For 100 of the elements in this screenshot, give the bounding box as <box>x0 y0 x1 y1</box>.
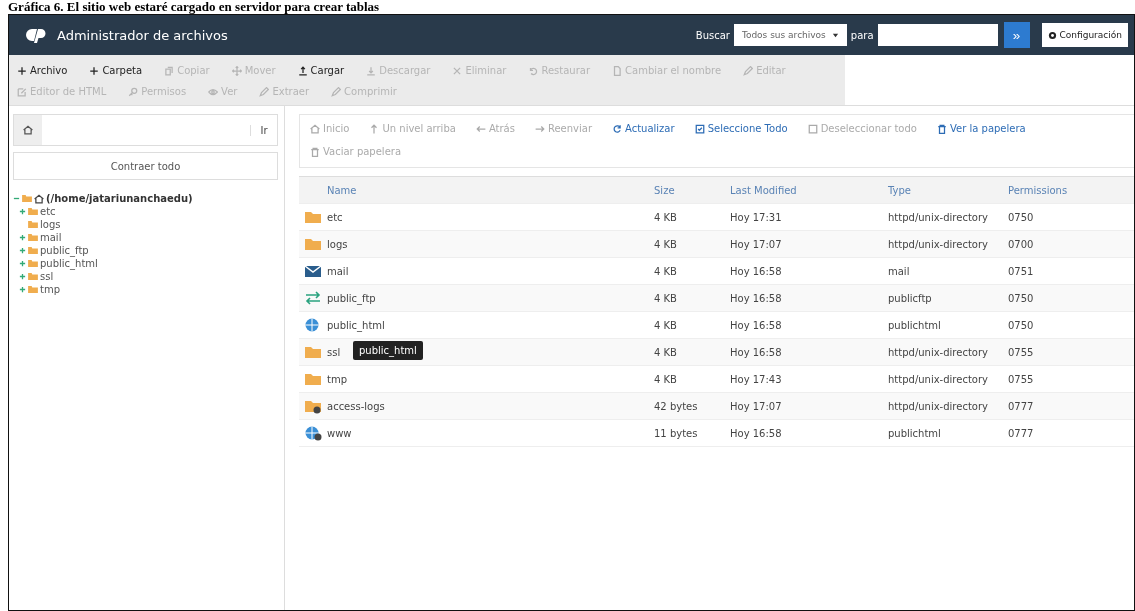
table-cell-text: httpd/unix-directory <box>888 400 989 412</box>
expand-toggle-icon[interactable] <box>19 273 26 280</box>
table-cell-text: 4 KB <box>654 346 678 358</box>
toolbar-button[interactable]: Archivo <box>17 65 68 76</box>
tooltip: public_html <box>353 340 423 360</box>
tree-item[interactable]: logs <box>40 219 61 230</box>
table-cell-text: publichtml <box>888 319 942 331</box>
table-cell-text: httpd/unix-directory <box>888 211 989 223</box>
table-cell-text: 4 KB <box>654 373 678 385</box>
table-cell-text: 0750 <box>1008 211 1035 223</box>
file-name[interactable]: public_html <box>327 319 385 331</box>
table-cell-text: 42 bytes <box>654 400 699 412</box>
upload-icon <box>297 65 308 76</box>
tree-item[interactable]: tmp <box>40 284 60 295</box>
file-name[interactable]: access-logs <box>327 400 385 412</box>
table-cell-text: 4 KB <box>654 292 678 304</box>
folder-link-icon <box>304 398 322 414</box>
nav-link[interactable]: Actualizar <box>612 123 675 134</box>
table-cell-text: 4 KB <box>654 211 678 223</box>
file-name[interactable]: mail <box>327 265 349 277</box>
app-title: Administrador de archivos <box>57 27 228 43</box>
table-cell-text: Hoy 17:07 <box>730 238 783 250</box>
download-icon <box>366 65 377 76</box>
home-icon <box>23 125 33 135</box>
file-name[interactable]: public_ftp <box>327 292 376 304</box>
search-go-button[interactable]: » <box>1003 22 1030 48</box>
file-name[interactable]: ssl <box>327 346 341 358</box>
caret-icon <box>831 31 839 39</box>
folder-icon <box>304 344 322 360</box>
expand-toggle-icon[interactable] <box>19 260 26 267</box>
file-icon <box>612 65 623 76</box>
tree-item[interactable]: ssl <box>40 271 54 282</box>
go-button[interactable]: Ir <box>250 124 277 136</box>
search-field[interactable] <box>877 24 998 46</box>
search-label: Buscar <box>695 29 730 41</box>
table-cell-text: Hoy 16:58 <box>730 319 783 331</box>
table-cell-text: 0755 <box>1008 346 1035 358</box>
edit-icon <box>17 86 27 97</box>
folder-icon <box>304 371 322 387</box>
tree-item[interactable]: etc <box>40 206 56 217</box>
column-header[interactable]: Size <box>654 184 730 196</box>
tree-item[interactable]: mail <box>40 232 62 243</box>
tree-item[interactable]: public_ftp <box>40 245 89 256</box>
key-icon <box>128 86 139 97</box>
folder-icon <box>304 209 322 225</box>
trash-icon <box>936 123 947 134</box>
tree-item[interactable]: (/home/jatariunanchaedu) <box>46 193 193 204</box>
settings-icon <box>1047 30 1057 40</box>
pencil-icon <box>331 86 342 97</box>
table-cell-text: 4 KB <box>654 265 678 277</box>
column-header[interactable]: Name <box>327 184 654 196</box>
expand-toggle-icon[interactable] <box>19 286 26 293</box>
table-cell-text: 4 KB <box>654 238 678 250</box>
transfer-arrows-icon <box>304 290 322 306</box>
table-cell-text: httpd/unix-directory <box>888 346 989 358</box>
table-cell-text: mail <box>888 265 911 277</box>
file-name[interactable]: tmp <box>327 373 347 385</box>
table-cell-text: publicftp <box>888 292 933 304</box>
path-field[interactable]: Ir <box>13 114 278 146</box>
toolbar-button[interactable]: Cargar <box>297 65 345 76</box>
table-cell-text: 0750 <box>1008 319 1035 331</box>
table-cell-text: 0750 <box>1008 292 1035 304</box>
file-name[interactable]: logs <box>327 238 348 250</box>
column-header[interactable]: Type <box>888 184 1008 196</box>
file-name[interactable]: www <box>327 427 352 439</box>
table-cell-text: 4 KB <box>654 319 678 331</box>
column-header[interactable]: Last Modified <box>730 184 888 196</box>
column-header[interactable]: Permissions <box>1008 184 1068 196</box>
nav-link[interactable]: Seleccione Todo <box>694 123 788 134</box>
expand-toggle-icon[interactable] <box>19 208 26 215</box>
for-label: para <box>850 29 874 41</box>
table-cell-text: 0777 <box>1008 427 1035 439</box>
checkbox-icon <box>807 123 818 134</box>
nav-link[interactable]: Ver la papelera <box>936 123 1026 134</box>
table-cell-text: Hoy 16:58 <box>730 292 783 304</box>
collapse-toggle-icon[interactable] <box>13 195 20 202</box>
table-cell-text: publichtml <box>888 427 942 439</box>
collapse-all-button[interactable]: Contraer todo <box>13 152 278 180</box>
right-arrow-icon <box>534 123 545 134</box>
table-cell-text: Hoy 17:43 <box>730 373 783 385</box>
copy-icon <box>164 65 175 76</box>
trash-icon <box>310 146 320 157</box>
pencil-icon <box>259 86 270 97</box>
settings-button[interactable]: Configuración <box>1041 23 1128 47</box>
table-cell-text: Hoy 16:58 <box>730 346 783 358</box>
expand-toggle-icon[interactable] <box>19 247 26 254</box>
toolbar-button[interactable]: Carpeta <box>89 65 143 76</box>
tree-item[interactable]: public_html <box>40 258 98 269</box>
table-cell-text: Hoy 17:07 <box>730 400 783 412</box>
table-cell-text: httpd/unix-directory <box>888 238 989 250</box>
table-cell-text: Hoy 17:31 <box>730 211 783 223</box>
envelope-icon <box>304 263 322 279</box>
file-name[interactable]: etc <box>327 211 343 223</box>
table-cell-text: 0700 <box>1008 238 1035 250</box>
table-cell-text: httpd/unix-directory <box>888 373 989 385</box>
search-scope-dropdown[interactable]: Todos sus archivos <box>733 24 847 46</box>
table-cell-text: 11 bytes <box>654 427 699 439</box>
figure-caption: Gráfica 6. El sitio web estaré cargado en servidor para crear tablas <box>7 0 381 14</box>
expand-toggle-icon[interactable] <box>19 234 26 241</box>
table-cell-text: 0777 <box>1008 400 1035 412</box>
